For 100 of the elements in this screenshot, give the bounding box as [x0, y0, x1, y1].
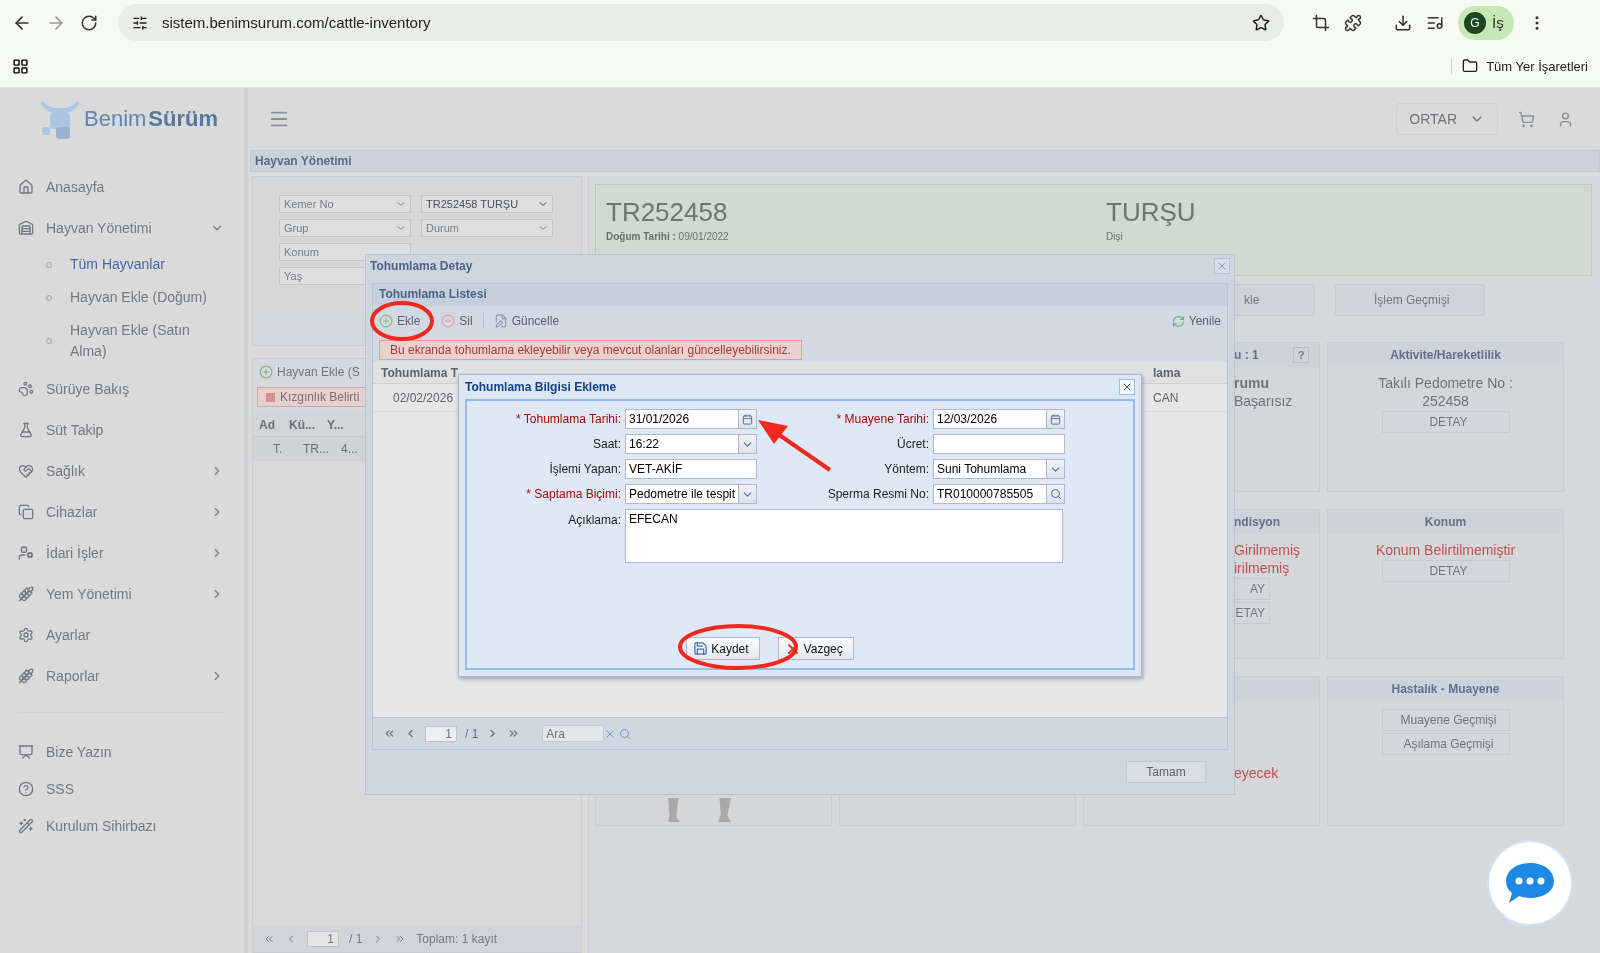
sidebar-item[interactable]: Sağlık	[0, 450, 244, 491]
toolbar-button[interactable]: Ekle	[379, 314, 421, 328]
dropdown-field[interactable]: Durum	[421, 219, 553, 237]
sidebar-item[interactable]: Raporlar	[0, 655, 244, 696]
first-page-icon[interactable]	[383, 727, 396, 740]
sidebar-item[interactable]: Hayvan Yönetimi	[0, 207, 244, 248]
organization-dropdown[interactable]: ORTAR	[1396, 103, 1498, 135]
user-icon[interactable]	[1557, 110, 1574, 128]
card-text: rumu	[1234, 375, 1269, 391]
description-field[interactable]: EFECAN	[625, 509, 1063, 563]
plus-icon	[259, 365, 273, 379]
sidebar-item[interactable]: Anasayfa	[0, 166, 244, 207]
download-icon[interactable]	[1394, 13, 1412, 32]
flask-icon	[18, 421, 34, 438]
site-info-icon[interactable]	[132, 14, 148, 31]
sidebar-item[interactable]: Cihazlar	[0, 491, 244, 532]
detail-button[interactable]: DETAY	[1381, 411, 1510, 433]
record-count: Toplam: 1 kayıt	[416, 932, 498, 946]
action-button[interactable]: İşlem Geçmişi	[1335, 284, 1485, 316]
card-text: Takılı Pedometre No :	[1378, 375, 1513, 391]
column-header[interactable]: Kü...	[289, 417, 327, 432]
column-header[interactable]: Y...	[327, 417, 359, 432]
detail-button[interactable]: Aşılama Geçmişi	[1381, 733, 1510, 755]
dropdown-field[interactable]: Kemer No	[279, 195, 411, 213]
dropdown-field[interactable]: TR252458 TURŞU	[421, 195, 553, 213]
bookmarks-folder[interactable]: Tüm Yer İşaretleri	[1451, 58, 1588, 74]
first-page-icon[interactable]	[263, 933, 275, 945]
close-button[interactable]	[1119, 379, 1135, 395]
card-title: ndisyon	[1234, 515, 1280, 529]
calendar-icon[interactable]	[1046, 410, 1064, 428]
dropdown-field[interactable]: Grup	[279, 219, 411, 237]
save-button[interactable]: Kaydet	[686, 637, 760, 660]
close-icon	[1121, 381, 1133, 393]
dropdown-field[interactable]: 16:22	[625, 434, 757, 454]
reload-icon[interactable]	[80, 13, 98, 32]
dropdown-field[interactable]: Suni Tohumlama	[933, 459, 1065, 479]
refresh-button[interactable]: Yenile	[1171, 314, 1221, 328]
page-field[interactable]: 1	[425, 725, 457, 742]
field-label: * Saptama Biçimi:	[525, 487, 621, 501]
help-button[interactable]: ?	[1293, 347, 1309, 363]
input-field[interactable]: TR010000785505	[933, 484, 1065, 504]
card-title: u : 1	[1234, 348, 1259, 362]
card-text: eyecek	[1234, 765, 1279, 781]
card-title: Aktivite/Hareketlilik	[1390, 348, 1501, 362]
sidebar-item[interactable]: Bize Yazın	[0, 733, 244, 770]
sidebar-subitem[interactable]: Tüm Hayvanlar	[0, 248, 244, 281]
column-header[interactable]: lama	[1153, 365, 1227, 380]
field-label: Saat:	[591, 437, 621, 451]
close-icon	[1216, 260, 1228, 272]
search-icon[interactable]	[1046, 485, 1064, 503]
date-field[interactable]: 12/03/2026	[933, 409, 1065, 429]
search-icon[interactable]	[619, 727, 632, 740]
calendar-icon[interactable]	[738, 410, 756, 428]
address-bar[interactable]: sistem.benimsurum.com/cattle-inventory	[118, 4, 1284, 41]
profile-button[interactable]: G İş	[1458, 5, 1514, 40]
logo[interactable]: BenimSürüm	[0, 88, 244, 150]
sidebar-item[interactable]: Yem Yönetimi	[0, 573, 244, 614]
sidebar-item[interactable]: Ayarlar	[0, 614, 244, 655]
user-gear-icon	[18, 544, 34, 561]
cancel-button[interactable]: Vazgeç	[777, 637, 854, 660]
card-text: Konum Belirtilmemiştir	[1375, 542, 1516, 558]
refresh-icon	[1171, 314, 1185, 328]
help-icon	[18, 780, 34, 797]
crop-icon[interactable]	[1312, 13, 1330, 32]
leg-drawing	[668, 798, 680, 822]
card-text: irilmemiş	[1234, 560, 1290, 576]
plus-icon	[379, 314, 393, 328]
page-total: / 1	[349, 932, 363, 946]
field-label: İşlemi Yapan:	[548, 462, 621, 476]
field-label: * Muayene Tarihi:	[835, 412, 929, 426]
toolbar-button[interactable]: Sil	[441, 314, 473, 328]
sidebar-item[interactable]: İdari İşler	[0, 532, 244, 573]
page-total: / 1	[465, 726, 479, 741]
apps-icon[interactable]	[12, 57, 29, 75]
sidebar-item[interactable]: SSS	[0, 770, 244, 807]
column-header[interactable]: Ad	[259, 417, 289, 432]
panel-title: Tohumlama Listesi	[373, 284, 1227, 306]
detail-button[interactable]: Muayene Geçmişi	[1381, 709, 1510, 731]
dropdown-field[interactable]: Pedometre ile tespit	[625, 484, 757, 504]
info-message: Bu ekranda tohumlama ekleyebilir veya mevcut olanları güncelleyebilirsiniz.	[379, 340, 802, 360]
search-field[interactable]: Ara	[542, 725, 605, 742]
detail-button[interactable]: DETAY	[1381, 560, 1510, 582]
ok-button[interactable]: Tamam	[1126, 761, 1206, 783]
input-field[interactable]	[933, 434, 1065, 454]
sidebar-item[interactable]: Kurulum Sihirbazı	[0, 807, 244, 844]
bookmark-star-icon[interactable]	[1252, 13, 1270, 32]
sidebar-item[interactable]: Süt Takip	[0, 409, 244, 450]
add-animal-button[interactable]: Hayvan Ekle (S	[259, 365, 360, 379]
page-field[interactable]: 1	[307, 931, 339, 947]
sidebar-item[interactable]: Sürüye Bakış	[0, 368, 244, 409]
toolbar-button[interactable]: Güncelle	[493, 314, 560, 328]
input-field[interactable]: VET-AKİF	[625, 459, 757, 479]
sidebar-subitem[interactable]: Hayvan Ekle (Doğum)	[0, 281, 244, 314]
animal-id: TR252458	[606, 197, 729, 228]
wand-icon	[18, 817, 34, 834]
extensions-icon[interactable]	[1344, 13, 1362, 32]
sidebar-subitem[interactable]: Hayvan Ekle (Satın Alma)	[0, 314, 244, 368]
date-field[interactable]: 31/01/2026	[625, 409, 757, 429]
animal-sex: Dişi	[1106, 231, 1124, 242]
cart-icon[interactable]	[1518, 110, 1535, 128]
